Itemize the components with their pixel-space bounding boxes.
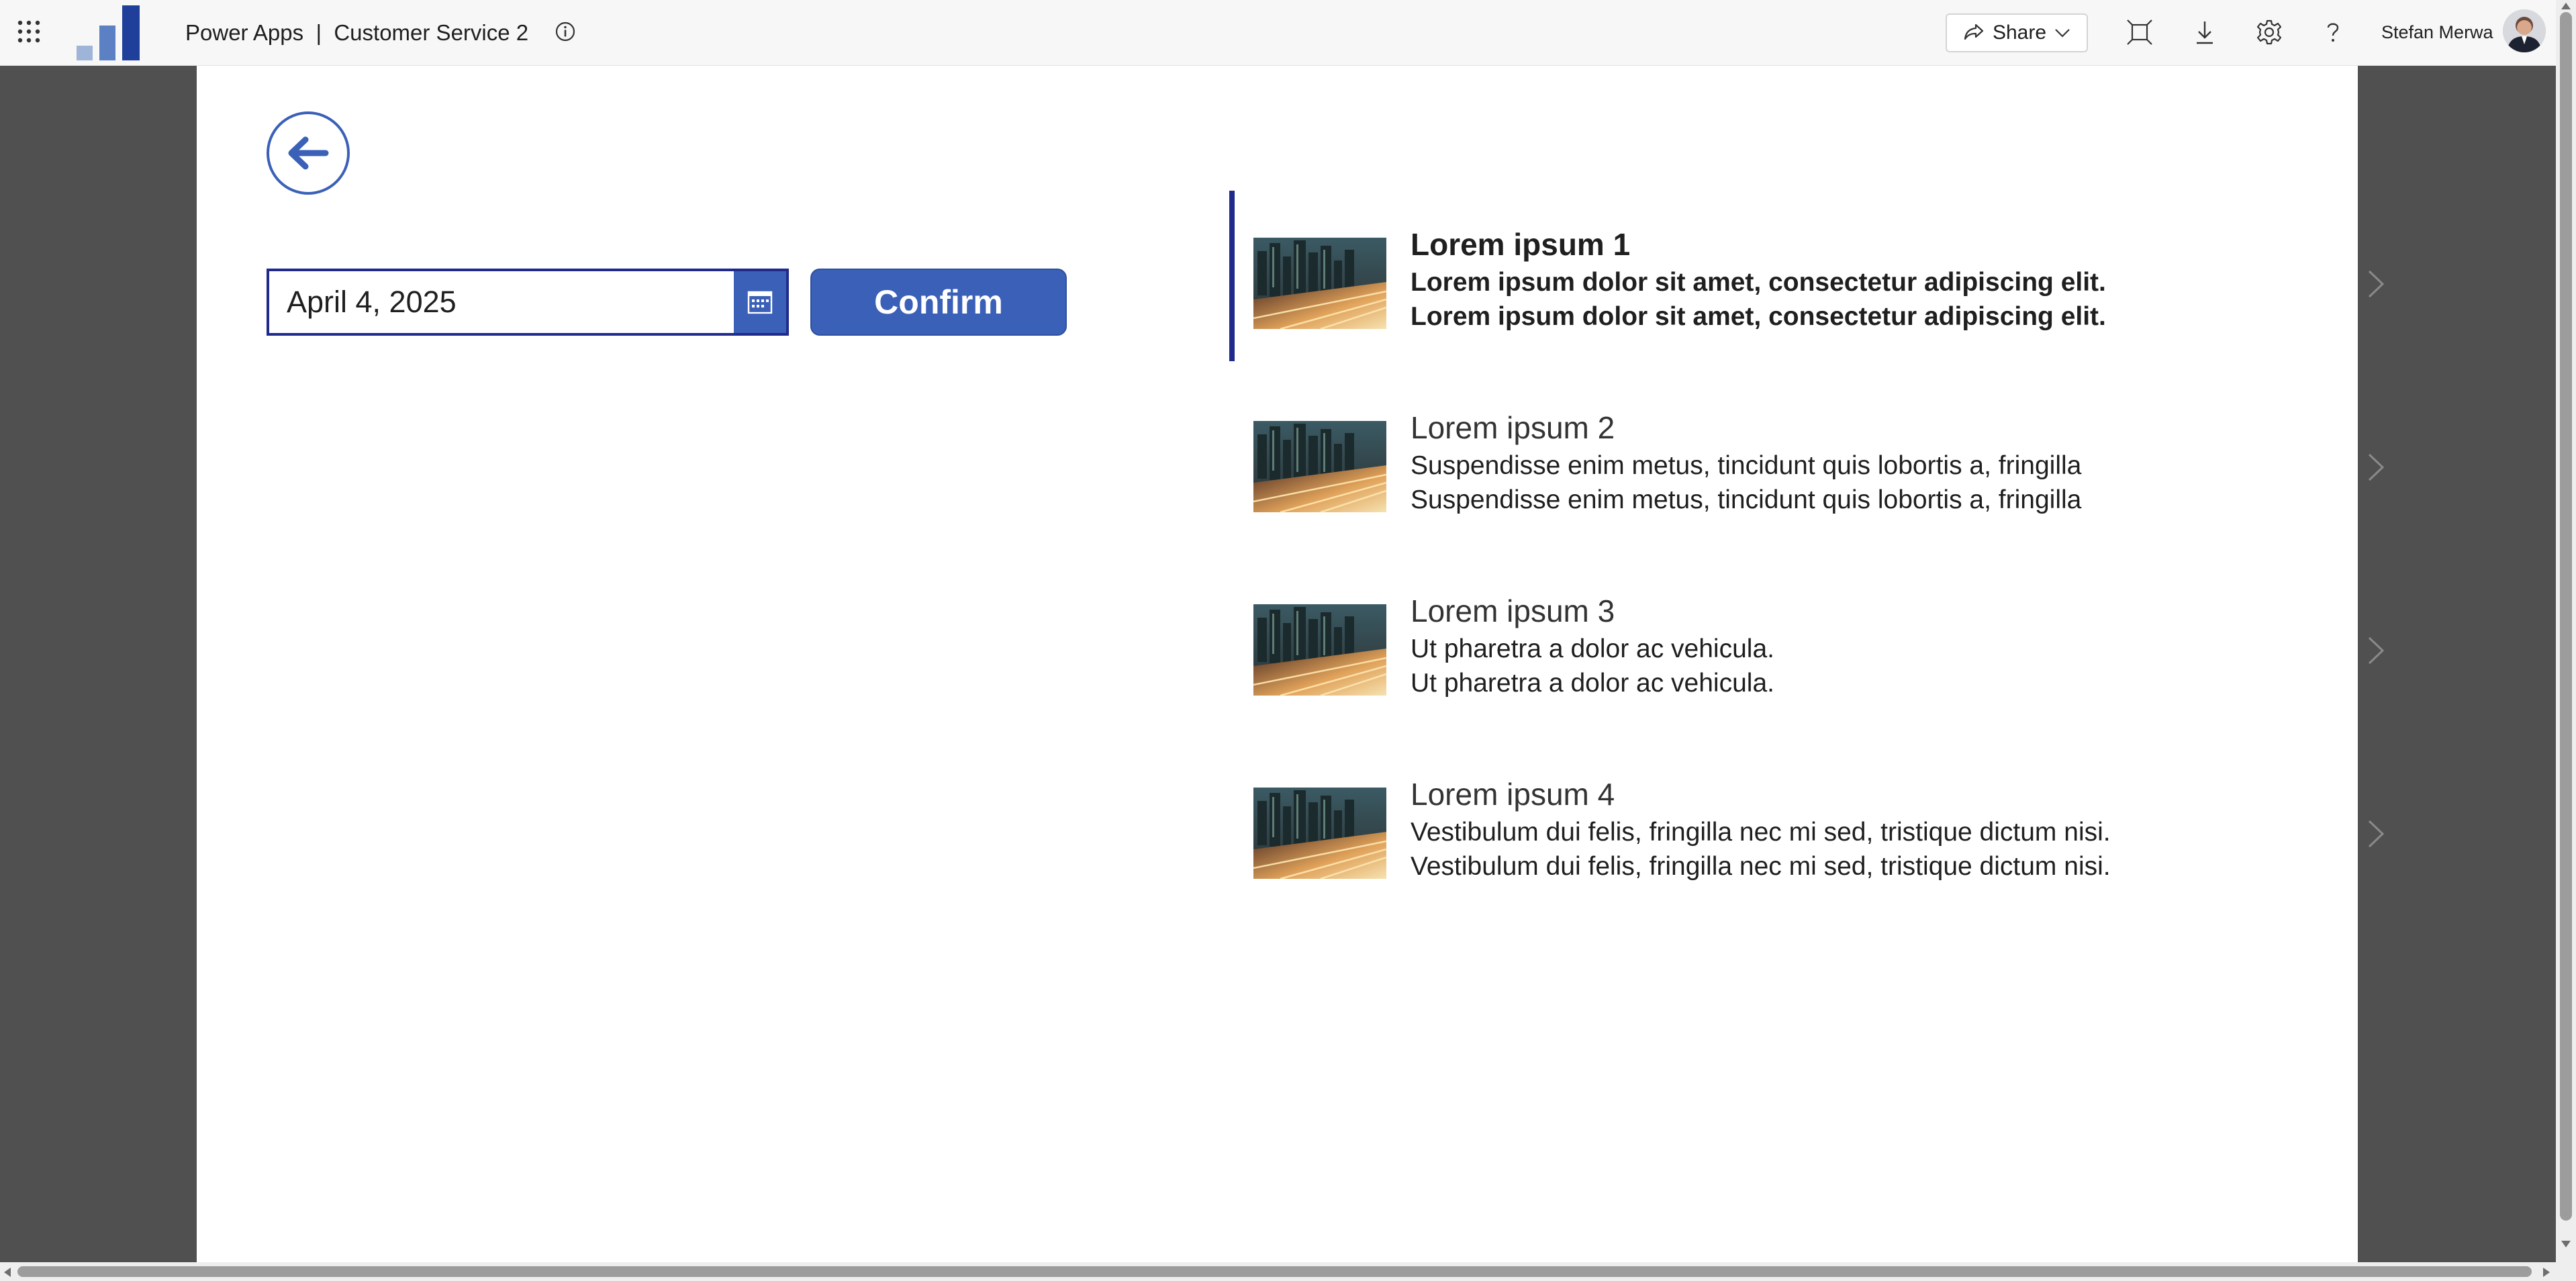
thumbnail-image bbox=[1253, 421, 1386, 512]
item-subtitle: Lorem ipsum dolor sit amet, consectetur … bbox=[1411, 268, 2106, 297]
help-icon[interactable] bbox=[2320, 19, 2346, 46]
confirm-button[interactable]: Confirm bbox=[810, 269, 1067, 336]
gear-icon[interactable] bbox=[2256, 19, 2283, 46]
thumbnail-image bbox=[1253, 238, 1386, 329]
gallery-item-2[interactable]: Lorem ipsum 2 Suspendisse enim metus, ti… bbox=[1229, 374, 2303, 544]
gallery-item-3[interactable]: Lorem ipsum 3 Ut pharetra a dolor ac veh… bbox=[1229, 557, 2303, 728]
avatar[interactable] bbox=[2503, 9, 2546, 52]
gallery-item-1[interactable]: Lorem ipsum 1 Lorem ipsum dolor sit amet… bbox=[1229, 191, 2303, 361]
calendar-icon bbox=[747, 291, 773, 314]
horizontal-scroll-thumb[interactable] bbox=[17, 1266, 2532, 1277]
gallery-item-4[interactable]: Lorem ipsum 4 Vestibulum dui felis, frin… bbox=[1229, 741, 2303, 911]
scroll-down-icon[interactable] bbox=[2561, 1239, 2571, 1249]
calendar-button[interactable] bbox=[734, 271, 786, 333]
item-title: Lorem ipsum 1 bbox=[1411, 227, 1631, 262]
scroll-right-icon[interactable] bbox=[2542, 1267, 2551, 1278]
waffle-icon[interactable] bbox=[17, 20, 40, 43]
horizontal-scrollbar[interactable] bbox=[0, 1262, 2576, 1281]
scroll-left-icon[interactable] bbox=[3, 1267, 12, 1278]
item-title: Lorem ipsum 4 bbox=[1411, 777, 1615, 812]
download-icon[interactable] bbox=[2191, 19, 2218, 46]
share-label: Share bbox=[1992, 21, 2047, 44]
chevron-right-icon[interactable] bbox=[2367, 636, 2385, 665]
info-icon[interactable] bbox=[555, 21, 576, 42]
app-header: Power Apps | Customer Service 2 Share St… bbox=[0, 0, 2576, 66]
chevron-right-icon[interactable] bbox=[2367, 453, 2385, 482]
item-description: Vestibulum dui felis, fringilla nec mi s… bbox=[1411, 852, 2111, 881]
app-title: Power Apps | Customer Service 2 bbox=[185, 20, 529, 45]
app-canvas: Confirm bbox=[197, 66, 2385, 1262]
item-description: Ut pharetra a dolor ac vehicula. bbox=[1411, 669, 1774, 698]
item-title: Lorem ipsum 2 bbox=[1411, 410, 1615, 445]
date-input[interactable] bbox=[269, 271, 736, 333]
item-subtitle: Suspendisse enim metus, tincidunt quis l… bbox=[1411, 451, 2082, 480]
vertical-scroll-thumb[interactable] bbox=[2560, 12, 2572, 1221]
chevron-down-icon bbox=[2055, 29, 2070, 38]
item-title: Lorem ipsum 3 bbox=[1411, 594, 1615, 628]
chevron-right-icon[interactable] bbox=[2367, 269, 2385, 299]
back-button[interactable] bbox=[267, 111, 350, 195]
date-picker[interactable] bbox=[267, 269, 789, 336]
item-subtitle: Ut pharetra a dolor ac vehicula. bbox=[1411, 634, 1774, 663]
arrow-left-icon bbox=[288, 136, 329, 170]
scroll-up-icon[interactable] bbox=[2561, 1, 2571, 11]
item-description: Suspendisse enim metus, tincidunt quis l… bbox=[1411, 485, 2082, 514]
fit-window-icon[interactable] bbox=[2126, 19, 2153, 46]
thumbnail-image bbox=[1253, 788, 1386, 879]
share-icon bbox=[1964, 23, 1984, 40]
thumbnail-image bbox=[1253, 604, 1386, 696]
item-subtitle: Vestibulum dui felis, fringilla nec mi s… bbox=[1411, 818, 2111, 847]
chevron-right-icon[interactable] bbox=[2367, 819, 2385, 849]
app-logo bbox=[77, 5, 140, 60]
item-description: Lorem ipsum dolor sit amet, consectetur … bbox=[1411, 302, 2106, 331]
share-button[interactable]: Share bbox=[1946, 13, 2088, 52]
vertical-scrollbar[interactable] bbox=[2556, 0, 2576, 1262]
user-name: Stefan Merwa bbox=[2381, 22, 2493, 42]
selection-indicator bbox=[1229, 191, 1235, 361]
